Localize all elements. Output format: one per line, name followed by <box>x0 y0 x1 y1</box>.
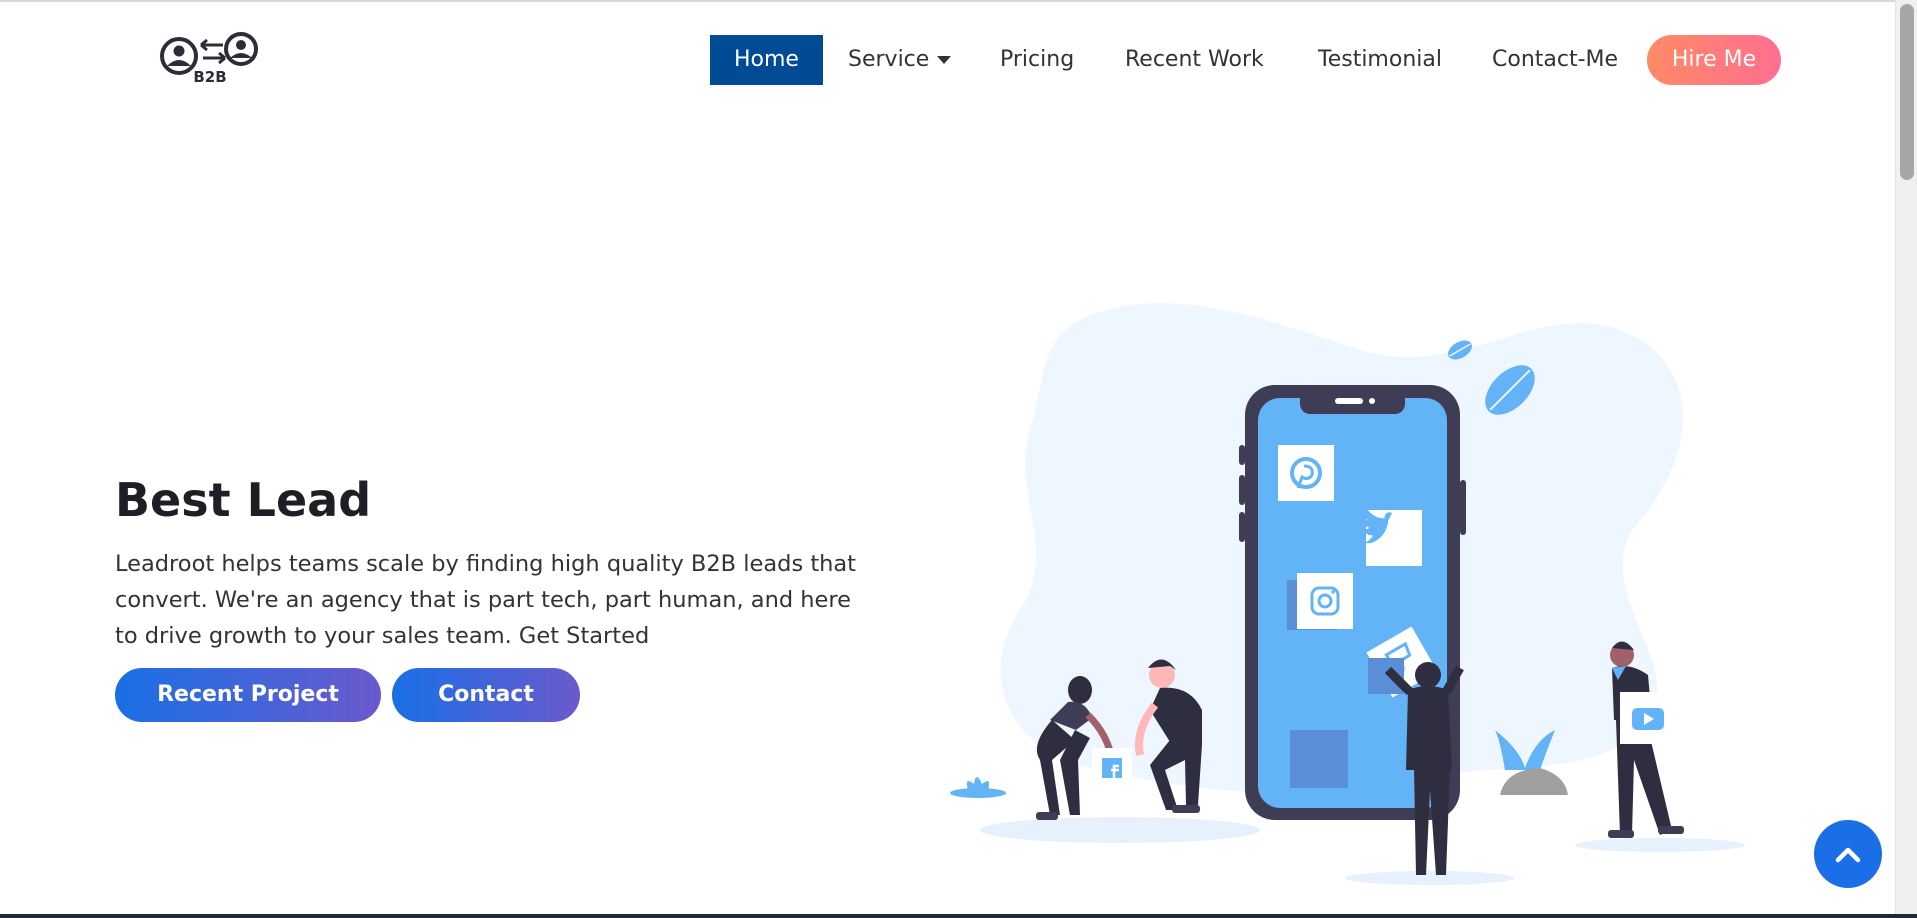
recent-project-button[interactable]: Recent Project <box>115 668 381 722</box>
logo-graphic: B2B <box>160 32 258 86</box>
window-bottom-border <box>0 914 1917 918</box>
logo[interactable]: B2B <box>157 32 263 86</box>
plant-left-graphic <box>950 777 1006 798</box>
caret-down-icon <box>937 56 952 64</box>
logo-text: B2B <box>193 68 226 84</box>
nav-item-contact-me[interactable]: Contact-Me <box>1492 35 1618 85</box>
youtube-icon <box>1620 692 1676 744</box>
chevron-up-icon <box>1835 847 1861 863</box>
nav-item-home[interactable]: Home <box>710 35 823 85</box>
instagram-icon <box>1287 573 1353 630</box>
navbar: B2B Home Service Pricing Recent Work Tes… <box>0 2 1895 110</box>
facebook-icon <box>1092 748 1132 788</box>
nav-item-pricing[interactable]: Pricing <box>1000 35 1074 85</box>
tile-placeholder-bottom <box>1290 730 1348 788</box>
nav-item-service-label: Service <box>848 47 930 72</box>
page-scrollbar[interactable] <box>1895 0 1917 914</box>
hire-me-button[interactable]: Hire Me <box>1647 35 1781 85</box>
back-to-top-button[interactable] <box>1814 820 1882 888</box>
hero-title: Best Lead <box>115 473 372 527</box>
hero-description: Leadroot helps teams scale by finding hi… <box>115 551 857 649</box>
nav-item-recent-work[interactable]: Recent Work <box>1125 35 1264 85</box>
nav-item-testimonial[interactable]: Testimonial <box>1318 35 1442 85</box>
pinterest-icon <box>1278 445 1334 501</box>
hero-illustration <box>940 290 1760 900</box>
scrollbar-thumb[interactable] <box>1900 4 1914 180</box>
contact-button[interactable]: Contact <box>392 668 580 722</box>
nav-item-service[interactable]: Service <box>848 35 952 85</box>
